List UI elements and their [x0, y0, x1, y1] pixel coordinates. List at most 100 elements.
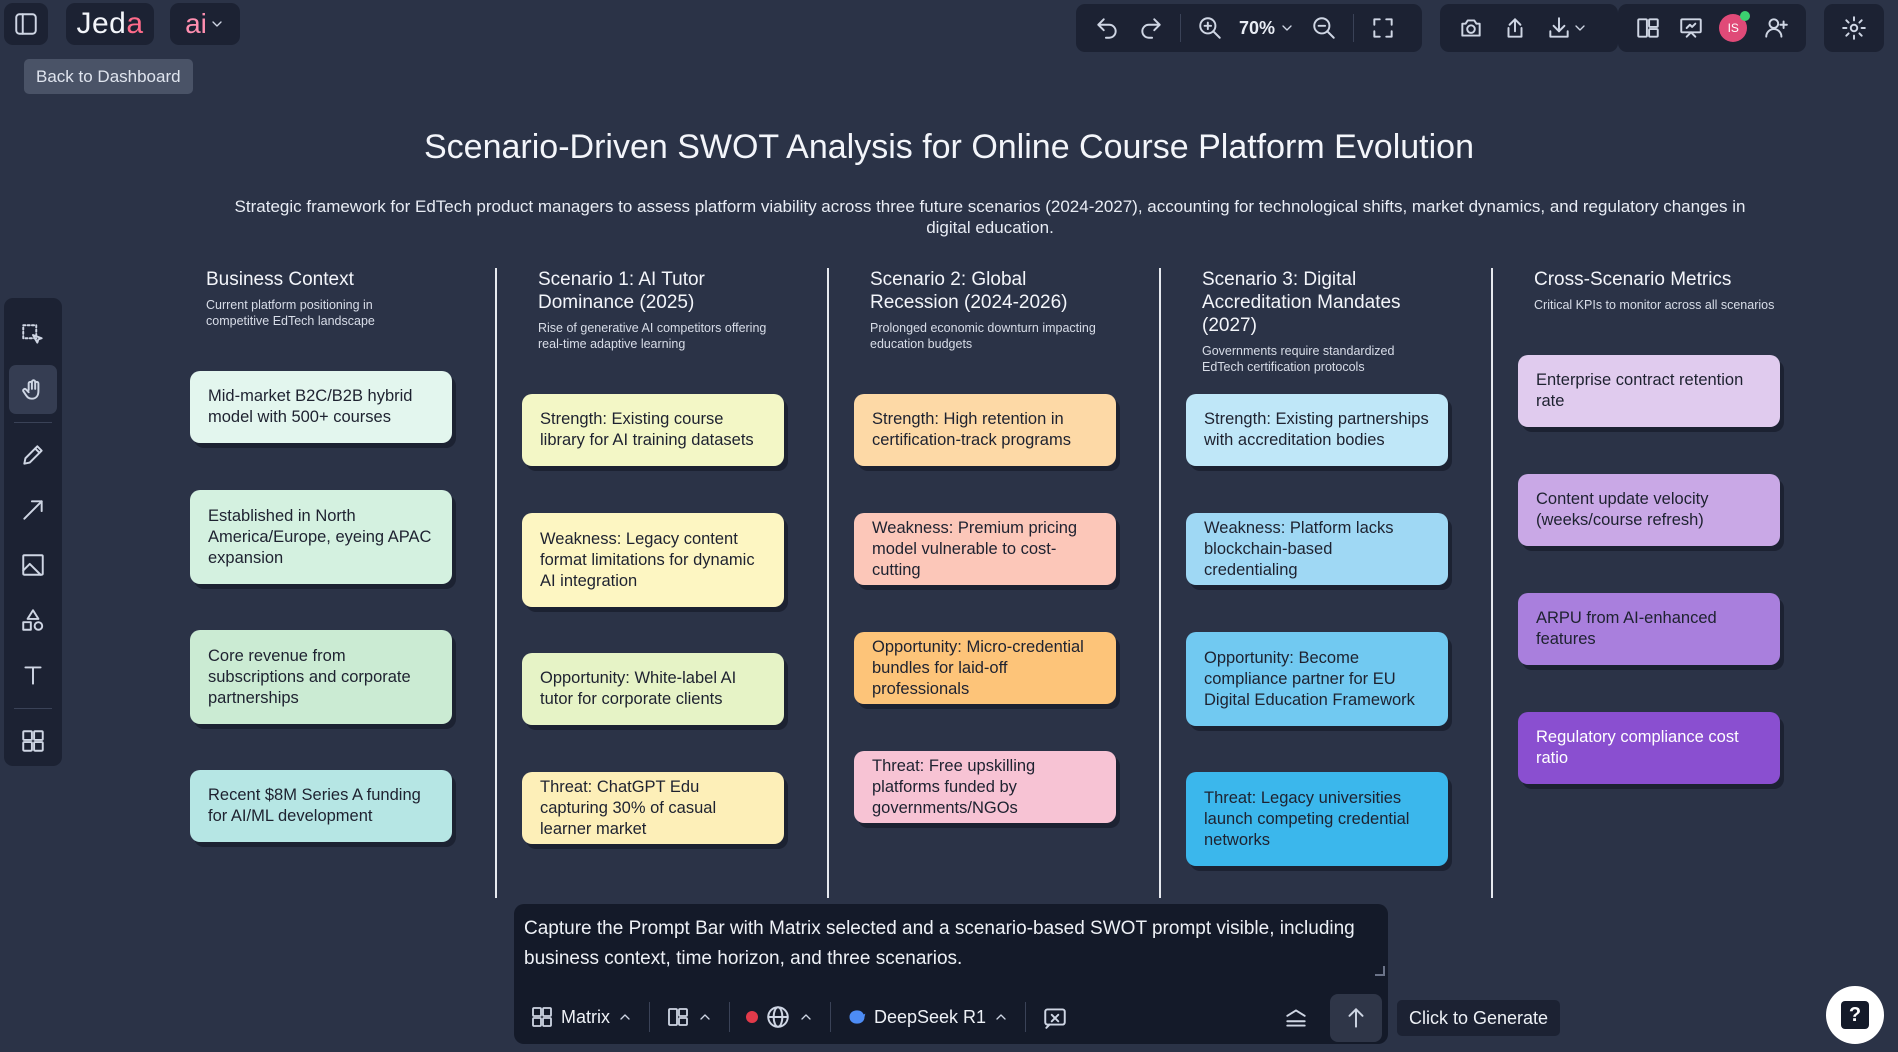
column-divider	[495, 268, 497, 898]
collab-toolbar: IS	[1618, 4, 1806, 52]
column-cross-scenario-metrics[interactable]: Cross-Scenario Metrics Critical KPIs to …	[1518, 268, 1850, 313]
chevron-up-icon	[700, 1014, 710, 1020]
ai-menu-button[interactable]: ai	[170, 3, 240, 45]
column-description: Governments require standardized EdTech …	[1202, 344, 1395, 374]
column-heading: Cross-Scenario Metrics	[1534, 269, 1732, 290]
help-button[interactable]: ?	[1826, 986, 1884, 1044]
context-card[interactable]: Recent $8M Series A funding for AI/ML de…	[190, 770, 452, 842]
column-scenario-2[interactable]: Scenario 2: Global Recession (2024-2026)…	[854, 268, 1186, 352]
download-dropdown[interactable]	[1538, 8, 1596, 48]
zoom-out-button[interactable]	[1303, 8, 1345, 48]
swot-card[interactable]: Strength: Existing partnerships with acc…	[1186, 394, 1448, 466]
layout-toggle-button[interactable]	[1628, 8, 1669, 48]
expand-prompt-button[interactable]	[1278, 1000, 1314, 1036]
avatar: IS	[1719, 11, 1751, 42]
fit-to-screen-button[interactable]	[1362, 8, 1404, 48]
hand-icon	[22, 378, 40, 400]
hand-tool-button[interactable]	[9, 365, 57, 414]
card-text: Opportunity: Become compliance partner f…	[1204, 648, 1415, 709]
card-text: Strength: High retention in certificatio…	[872, 410, 1071, 449]
settings-button[interactable]	[1833, 8, 1875, 48]
card-text: Mid-market B2C/B2B hybrid model with 500…	[208, 387, 413, 426]
model-selector[interactable]: DeepSeek R1	[841, 997, 1015, 1037]
toolbar-divider	[729, 1002, 730, 1032]
chevron-down-icon	[212, 21, 222, 27]
grid-icon	[22, 730, 44, 753]
prompt-textarea[interactable]: Capture the Prompt Bar with Matrix selec…	[524, 914, 1374, 974]
redo-button[interactable]	[1130, 8, 1172, 48]
card-text: Recent $8M Series A funding for AI/ML de…	[208, 786, 421, 825]
add-user-icon	[1765, 18, 1788, 38]
card-text: Enterprise contract retention rate	[1536, 371, 1744, 410]
presentation-button[interactable]	[1671, 8, 1712, 48]
context-card[interactable]: Mid-market B2C/B2B hybrid model with 500…	[190, 371, 452, 443]
swot-card[interactable]: Threat: ChatGPT Edu capturing 30% of cas…	[522, 772, 784, 844]
pen-tool-button[interactable]	[9, 431, 57, 480]
swot-card[interactable]: Opportunity: Micro-credential bundles fo…	[854, 632, 1116, 704]
toolbar-divider	[1180, 14, 1181, 42]
back-to-dashboard-tooltip: Back to Dashboard	[24, 59, 193, 94]
prompt-bar: Matrix DeepSeek R1	[514, 990, 1388, 1044]
screenshot-button[interactable]	[1450, 8, 1492, 48]
layout-selector[interactable]	[660, 997, 719, 1037]
card-text: Threat: Legacy universities launch compe…	[1204, 788, 1410, 849]
context-card[interactable]: Established in North America/Europe, eye…	[190, 490, 452, 584]
column-scenario-3[interactable]: Scenario 3: Digital Accreditation Mandat…	[1186, 268, 1518, 375]
column-scenario-1[interactable]: Scenario 1: AI Tutor Dominance (2025) Ri…	[522, 268, 854, 352]
toolbar-divider	[14, 707, 52, 709]
card-text: Core revenue from subscriptions and corp…	[208, 646, 411, 707]
card-text: Weakness: Premium pricing model vulnerab…	[872, 518, 1078, 579]
layout-panels-icon	[1637, 18, 1659, 38]
image-tool-button[interactable]	[9, 541, 57, 590]
generate-button[interactable]	[1330, 994, 1382, 1042]
swot-card[interactable]: Weakness: Premium pricing model vulnerab…	[854, 513, 1116, 585]
metric-card[interactable]: Content update velocity (weeks/course re…	[1518, 474, 1780, 546]
invite-user-button[interactable]	[1756, 8, 1797, 48]
arrow-tool-button[interactable]	[9, 486, 57, 535]
globe-icon	[767, 1006, 789, 1028]
share-upload-button[interactable]	[1494, 8, 1536, 48]
redo-icon	[1141, 18, 1161, 39]
sidebar-toggle-button[interactable]	[4, 3, 48, 45]
metric-card[interactable]: ARPU from AI-enhanced features	[1518, 593, 1780, 665]
page-title[interactable]: Scenario-Driven SWOT Analysis for Online…	[0, 128, 1898, 167]
metric-card[interactable]: Regulatory compliance cost ratio	[1518, 712, 1780, 784]
swot-card[interactable]: Weakness: Legacy content format limitati…	[522, 513, 784, 607]
web-search-selector[interactable]	[740, 997, 820, 1037]
help-icon: ?	[1841, 1001, 1869, 1029]
templates-tool-button[interactable]	[9, 717, 57, 766]
zoom-out-icon	[1313, 17, 1335, 39]
swot-card[interactable]: Threat: Free upskilling platforms funded…	[854, 751, 1116, 823]
card-text: Strength: Existing course library for AI…	[540, 410, 754, 449]
column-business-context[interactable]: Business Context Current platform positi…	[190, 268, 522, 329]
shapes-icon	[22, 609, 44, 632]
swot-card[interactable]: Opportunity: Become compliance partner f…	[1186, 632, 1448, 726]
zoom-level-dropdown[interactable]: 70%	[1233, 18, 1301, 39]
settings-toolbar	[1824, 4, 1884, 52]
card-text: Strength: Existing partnerships with acc…	[1204, 410, 1429, 449]
select-tool-button[interactable]	[9, 310, 57, 359]
swot-card[interactable]: Threat: Legacy universities launch compe…	[1186, 772, 1448, 866]
swot-card[interactable]: Opportunity: White-label AI tutor for co…	[522, 653, 784, 725]
brand-logo[interactable]: Jed a	[66, 3, 154, 45]
clear-canvas-button[interactable]	[1036, 997, 1074, 1037]
model-label: DeepSeek R1	[874, 1006, 987, 1027]
download-icon	[1549, 17, 1569, 38]
user-avatar-button[interactable]: IS	[1713, 8, 1754, 48]
resize-handle[interactable]	[1375, 966, 1385, 976]
zoom-in-button[interactable]	[1189, 8, 1231, 48]
toolbar-divider	[1353, 14, 1355, 42]
mode-selector[interactable]: Matrix	[524, 997, 639, 1037]
undo-button[interactable]	[1086, 8, 1128, 48]
swot-card[interactable]: Strength: Existing course library for AI…	[522, 394, 784, 466]
swot-card[interactable]: Strength: High retention in certificatio…	[854, 394, 1116, 466]
shapes-tool-button[interactable]	[9, 596, 57, 645]
context-card[interactable]: Core revenue from subscriptions and corp…	[190, 630, 452, 724]
toolbar-divider	[1025, 1002, 1027, 1032]
column-heading: Scenario 2: Global Recession (2024-2026)	[870, 269, 1068, 313]
swot-card[interactable]: Weakness: Platform lacks blockchain-base…	[1186, 513, 1448, 585]
undo-icon	[1097, 18, 1117, 39]
metric-card[interactable]: Enterprise contract retention rate	[1518, 355, 1780, 427]
page-subtitle[interactable]: Strategic framework for EdTech product m…	[220, 196, 1760, 238]
text-tool-button[interactable]	[9, 651, 57, 700]
